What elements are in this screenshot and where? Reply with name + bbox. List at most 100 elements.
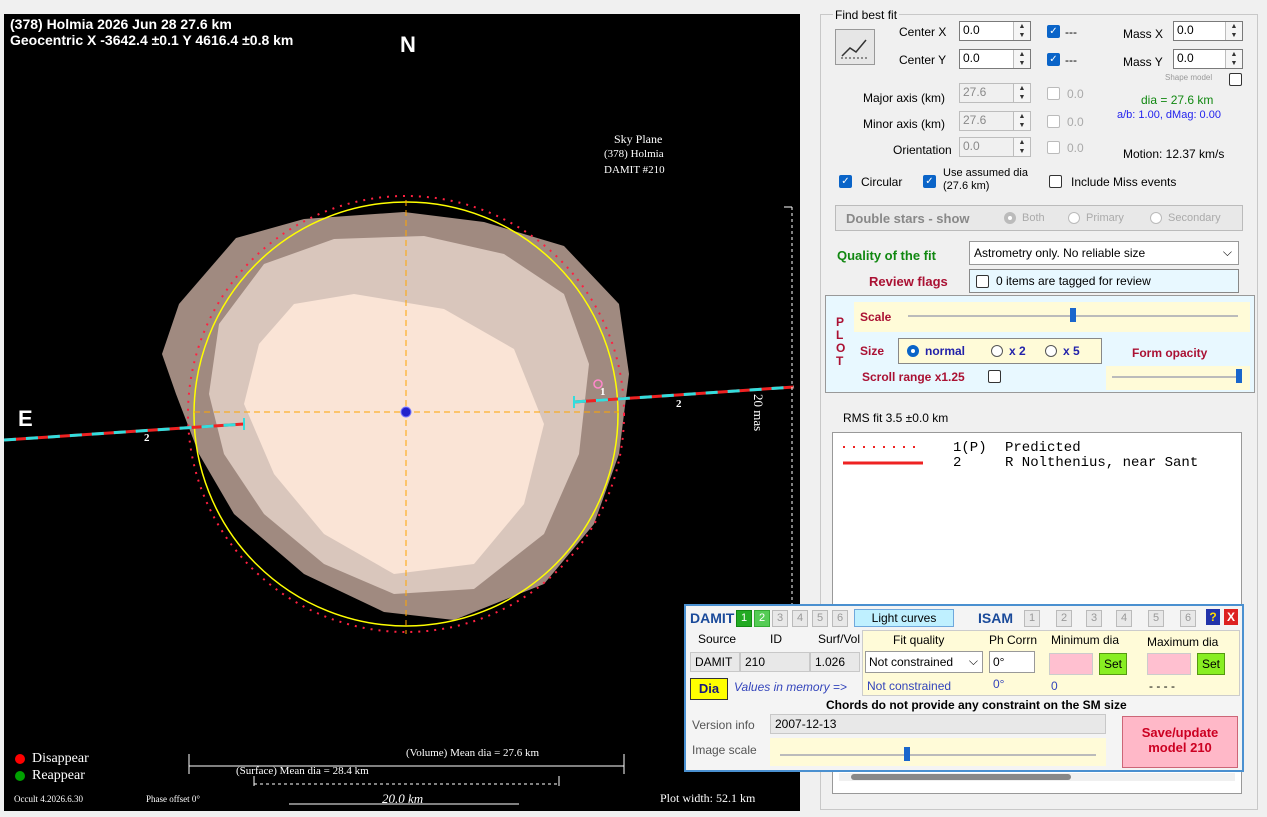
save-update-model-button[interactable]: Save/update model 210 [1122,716,1238,768]
size-x5-radio[interactable] [1045,345,1057,357]
damit-panel: DAMIT 1 2 3 4 5 6 Light curves ISAM 1 2 … [684,604,1244,772]
min-dia-set-button[interactable]: Set [1099,653,1127,675]
damit-tab-3[interactable]: 3 [772,610,788,627]
both-radio[interactable] [1004,212,1016,224]
circular-checkbox[interactable]: ✓ [839,175,852,188]
east-label: E [18,406,33,431]
both-label: Both [1022,212,1045,224]
id-field: 210 [740,652,810,672]
primary-label: Primary [1086,212,1124,224]
light-curves-button[interactable]: Light curves [854,609,954,627]
surf-vol-label: Surf/Vol [818,632,861,646]
ph-corrn-input[interactable]: 0° [989,651,1035,673]
fit-quality-select[interactable]: Not constrained ⌵ [865,651,983,673]
mass-y-input[interactable]: 0.0 ▲ ▼ [1173,49,1243,69]
plot-graphics [4,195,795,805]
scroll-range-label: Scroll range x1.25 [862,370,965,384]
primary-radio[interactable] [1068,212,1080,224]
size-x5-label: x 5 [1063,344,1080,358]
review-checkbox[interactable] [976,275,989,288]
opacity-slider[interactable] [1106,366,1250,390]
damit-tab-6[interactable]: 6 [832,610,848,627]
use-assumed-label: Use assumed dia (27.6 km) [943,167,1028,192]
opacity-slider-track[interactable] [1112,376,1242,378]
phase-offset: Phase offset 0° [146,794,200,804]
form-opacity-label: Form opacity [1132,346,1208,360]
fit-quality-label: Fit quality [893,633,945,647]
isam-tab-2[interactable]: 2 [1056,610,1072,627]
max-dia-set-button[interactable]: Set [1197,653,1225,675]
minor-axis-input[interactable]: 27.6 ▲ ▼ [959,111,1031,131]
legend-disappear: Disappear [32,751,89,766]
fit-quality-value: Not constrained [869,655,954,669]
surface-dia: (Surface) Mean dia = 28.4 km [236,765,369,777]
center-x-input[interactable]: 0.0 ▲ ▼ [959,21,1031,41]
center-x-label: Center X [899,25,947,39]
plot-width: Plot width: 52.1 km [660,791,756,805]
shape-model-checkbox[interactable] [1229,73,1242,86]
isam-tab-6[interactable]: 6 [1180,610,1196,627]
scroll-range-checkbox[interactable] [988,370,1001,383]
close-icon[interactable]: X [1224,609,1238,625]
damit-tab-5[interactable]: 5 [812,610,828,627]
chord-id: 1(P) [953,440,987,456]
use-assumed-checkbox[interactable]: ✓ [923,175,936,188]
scale-slider-thumb[interactable] [1070,308,1076,322]
major-axis-input[interactable]: 27.6 ▲ ▼ [959,83,1031,103]
center-y-label: Center Y [899,53,947,67]
major-axis-checkbox[interactable] [1047,87,1060,100]
center-y-input[interactable]: 0.0 ▲ ▼ [959,49,1031,69]
damit-tab-4[interactable]: 4 [792,610,808,627]
isam-tab-1[interactable]: 1 [1024,610,1040,627]
image-scale-thumb[interactable] [904,747,910,761]
isam-tab-4[interactable]: 4 [1116,610,1132,627]
north-label: N [400,32,416,57]
disappear-dot [15,754,25,764]
center-y-checkbox[interactable]: ✓ [1047,53,1060,66]
include-miss-checkbox[interactable] [1049,175,1062,188]
damit-tab-1[interactable]: 1 [736,610,752,627]
min-dia-input[interactable] [1049,653,1093,675]
help-icon[interactable]: ? [1206,609,1220,625]
values-in-memory-label: Values in memory => [734,680,847,694]
scrollbar-thumb[interactable] [851,774,1071,780]
ph-corrn-memory: 0° [993,677,1005,691]
quality-label: Quality of the fit [837,248,936,263]
image-scale-label: Image scale [692,743,757,757]
max-dia-label: Maximum dia [1147,635,1219,649]
quality-select[interactable]: Astrometry only. No reliable size ⌵ [969,241,1239,265]
double-stars-bar: Double stars - show Both Primary Seconda… [835,205,1243,231]
minor-axis-checkbox[interactable] [1047,115,1060,128]
isam-tab-5[interactable]: 5 [1148,610,1164,627]
center-marker [400,406,412,418]
image-scale-slider[interactable] [770,738,1106,766]
review-label: Review flags [869,274,948,289]
rms-text: RMS fit 3.5 ±0.0 km [843,411,949,425]
horizontal-scrollbar[interactable] [839,773,1235,781]
damit-tab-2[interactable]: 2 [754,610,770,627]
sky-plane-asteroid: (378) Holmia [604,148,664,160]
circular-label: Circular [861,175,903,189]
orientation-checkbox[interactable] [1047,141,1060,154]
image-scale-track[interactable] [780,754,1096,756]
version-info-label: Version info [692,718,755,732]
max-dia-input[interactable] [1147,653,1191,675]
mass-y-label: Mass Y [1123,55,1163,69]
volume-dia: (Volume) Mean dia = 27.6 km [406,747,540,759]
review-box[interactable]: 0 items are tagged for review [969,269,1239,293]
find-best-fit-label: Find best fit [833,8,900,22]
mass-x-input[interactable]: 0.0 ▲ ▼ [1173,21,1243,41]
dia-text: dia = 27.6 km [1141,93,1214,107]
size-normal-radio[interactable] [907,345,919,357]
center-x-checkbox[interactable]: ✓ [1047,25,1060,38]
scale-20mas: 20 mas [751,394,766,432]
reappear-dot [15,771,25,781]
size-x2-radio[interactable] [991,345,1003,357]
orientation-input[interactable]: 0.0 ▲ ▼ [959,137,1031,157]
dia-button[interactable]: Dia [690,678,728,700]
secondary-radio[interactable] [1150,212,1162,224]
occultation-plot[interactable]: (378) Holmia 2026 Jun 28 27.6 km Geocent… [4,14,800,811]
isam-tab-3[interactable]: 3 [1086,610,1102,627]
opacity-slider-thumb[interactable] [1236,369,1242,383]
best-fit-button[interactable] [835,29,875,65]
